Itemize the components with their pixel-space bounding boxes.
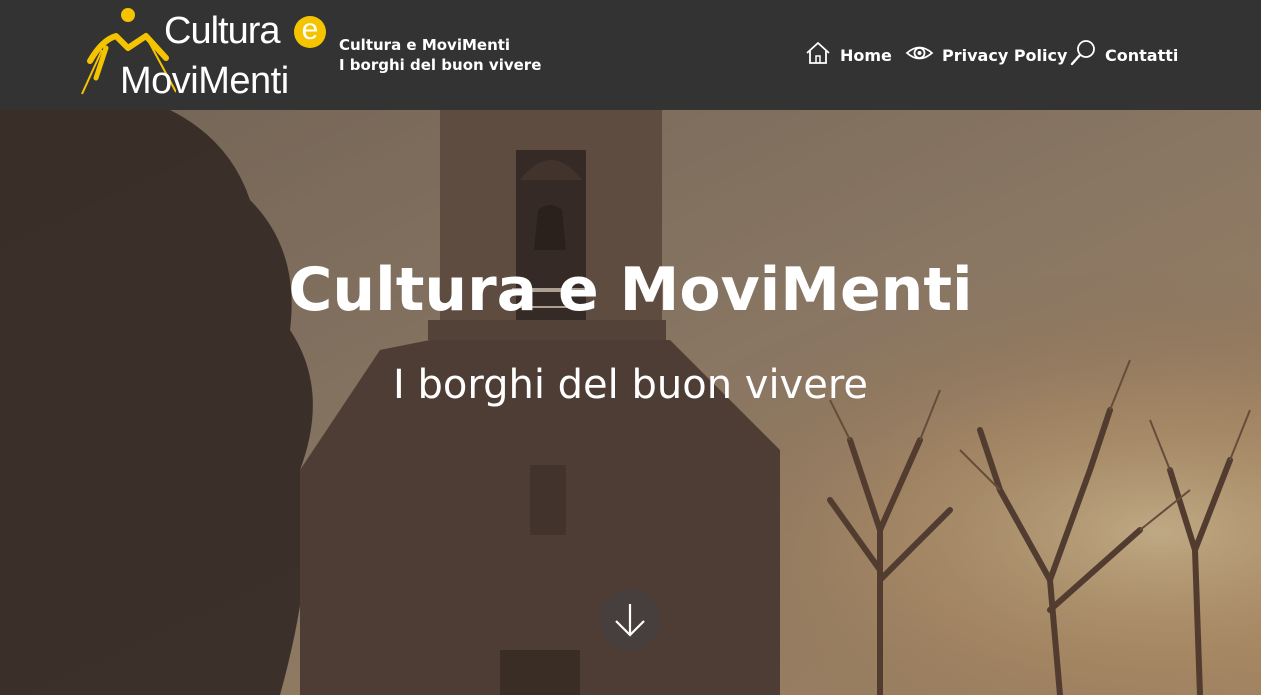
nav-home[interactable]: Home	[804, 38, 892, 72]
search-icon	[1069, 39, 1097, 71]
logo-text-cultura: Cultura	[164, 10, 280, 52]
scroll-down-button[interactable]	[600, 590, 660, 650]
hero-title: Cultura e MoviMenti	[288, 255, 973, 325]
arrow-down-icon	[615, 604, 645, 637]
logo-text-movimenti: MoviMenti	[120, 60, 289, 102]
hero-section: Cultura e MoviMenti I borghi del buon vi…	[0, 110, 1261, 695]
nav-home-label: Home	[840, 45, 892, 65]
site-header: Cultura e MoviMenti Cultura e MoviMenti …	[0, 0, 1261, 110]
tagline-title: Cultura e MoviMenti	[339, 36, 511, 54]
nav-contatti-label: Contatti	[1105, 45, 1179, 65]
nav-contatti[interactable]: Contatti	[1069, 38, 1178, 72]
tagline-subtitle: I borghi del buon vivere	[339, 56, 542, 74]
site-logo[interactable]: Cultura e MoviMenti	[76, 6, 328, 106]
nav-privacy-policy[interactable]: Privacy Policy	[905, 38, 1067, 72]
eye-icon	[905, 39, 934, 71]
hero-subtitle: I borghi del buon vivere	[392, 362, 869, 408]
home-icon	[804, 39, 832, 71]
nav-privacy-label: Privacy Policy	[942, 45, 1068, 65]
site-tagline[interactable]: Cultura e MoviMenti I borghi del buon vi…	[339, 35, 541, 75]
logo-e-badge: e	[294, 15, 326, 48]
